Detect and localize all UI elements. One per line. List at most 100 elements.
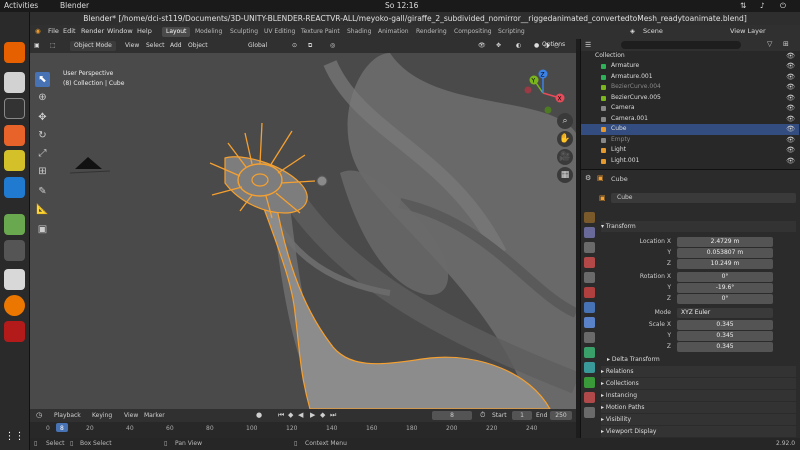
outliner-search-input[interactable] [621, 41, 741, 49]
volume-icon[interactable]: ♪ [760, 1, 765, 10]
archive-icon[interactable] [4, 269, 25, 290]
scale-z-field[interactable]: 0.345 [677, 342, 773, 352]
transform-tool-icon[interactable]: ⊞ [35, 164, 50, 179]
rotation-mode-select[interactable]: XYZ Euler [677, 308, 773, 318]
blender-logo-icon[interactable]: ◉ [35, 27, 41, 35]
video-icon[interactable] [4, 240, 25, 261]
play-icon[interactable]: ▶ [310, 411, 315, 419]
photos-icon[interactable] [4, 214, 25, 235]
eye-icon[interactable]: 👁 [786, 145, 795, 156]
gizmo-toggle-icon[interactable]: ✥ [496, 41, 501, 51]
activities-button[interactable]: Activities [4, 1, 38, 10]
annotate-tool-icon[interactable]: ✎ [35, 184, 50, 199]
play-reverse-icon[interactable]: ◀ [298, 411, 303, 419]
timeline-view-menu[interactable]: View [124, 412, 138, 419]
eye-icon[interactable]: 👁 [786, 82, 795, 93]
view-layer-tab-icon[interactable] [584, 257, 595, 268]
menu-select[interactable]: Select [146, 41, 165, 51]
add-cube-tool-icon[interactable]: ▣ [35, 222, 50, 237]
tab-animation[interactable]: Animation [374, 27, 413, 37]
power-icon[interactable]: ⏻ [780, 1, 786, 11]
playback-menu[interactable]: Playback [54, 412, 81, 419]
outliner-item[interactable]: Empty 👁 [581, 135, 799, 146]
menu-window[interactable]: Window [107, 27, 133, 35]
rotation-x-field[interactable]: 0° [677, 272, 773, 282]
mode-selector[interactable]: Object Mode [70, 41, 116, 51]
menu-view[interactable]: View [125, 41, 139, 51]
menu-help[interactable]: Help [137, 27, 152, 35]
outliner-item[interactable]: Cube 👁 [581, 124, 799, 135]
navigation-gizmo[interactable]: X Y Z [518, 68, 568, 118]
timeline-editor-icon[interactable]: ◷ [36, 411, 42, 419]
object-name-field[interactable]: Cube [611, 193, 796, 203]
rotate-tool-icon[interactable]: ↻ [35, 128, 50, 143]
eye-icon[interactable]: 👁 [786, 156, 795, 167]
filter-icon[interactable]: ▽ [767, 40, 772, 48]
orientation-selector[interactable]: Global [248, 41, 267, 51]
3d-viewport[interactable]: User Perspective (8) Collection | Cube [30, 53, 576, 409]
collection-row[interactable]: Collection 👁 [581, 51, 799, 62]
camera-view-icon[interactable]: 🎥 [557, 149, 573, 165]
outliner-item[interactable]: Armature.001 👁 [581, 72, 799, 83]
outliner-item[interactable]: Camera.001 👁 [581, 114, 799, 125]
view-layer-selector[interactable]: View Layer [730, 27, 766, 35]
prev-keyframe-icon[interactable]: ◆ [288, 411, 293, 419]
jump-end-icon[interactable]: ⏭ [330, 411, 336, 420]
instancing-panel[interactable]: ▸ Instancing [601, 390, 796, 401]
end-frame-field[interactable]: 250 [550, 411, 572, 420]
motion-paths-panel[interactable]: ▸ Motion Paths [601, 402, 796, 413]
firefox-icon[interactable] [4, 42, 25, 63]
tool-tab-icon[interactable] [584, 212, 595, 223]
tab-scripting[interactable]: Scripting [494, 27, 529, 37]
select-box-tool-icon[interactable]: ⬉ [35, 72, 50, 87]
render-tab-icon[interactable] [584, 227, 595, 238]
menu-render[interactable]: Render [81, 27, 104, 35]
tab-rendering[interactable]: Rendering [412, 27, 451, 37]
menu-add[interactable]: Add [170, 41, 182, 51]
tab-shading[interactable]: Shading [343, 27, 375, 37]
tab-layout[interactable]: Layout [162, 27, 191, 37]
app-menu-button[interactable]: Blender [60, 1, 89, 10]
transform-panel-header[interactable]: ▾ Transform [601, 221, 796, 232]
next-keyframe-icon[interactable]: ◆ [320, 411, 325, 419]
tab-modeling[interactable]: Modeling [191, 27, 226, 37]
outliner-item[interactable]: Armature 👁 [581, 61, 799, 72]
menu-edit[interactable]: Edit [63, 27, 76, 35]
outliner-item[interactable]: Camera 👁 [581, 103, 799, 114]
visibility-panel[interactable]: ▸ Visibility [601, 414, 796, 425]
object-tab-icon[interactable] [584, 302, 595, 313]
eye-icon[interactable]: 👁 [786, 124, 795, 135]
cursor-tool-icon[interactable]: ⊕ [35, 90, 50, 105]
terminal-icon[interactable] [4, 98, 25, 119]
current-frame-field[interactable]: 8 [432, 411, 472, 420]
scene-selector[interactable]: Scene [643, 27, 663, 35]
timeline-ruler[interactable]: 0 20 40 60 80 100 120 140 160 180 200 220 240 8 [30, 422, 576, 438]
particles-tab-icon[interactable] [584, 332, 595, 343]
visibility-icon[interactable]: 👁 [478, 41, 486, 51]
outliner-item[interactable]: Light.001 👁 [581, 156, 799, 167]
texture-tab-icon[interactable] [584, 407, 595, 418]
eye-icon[interactable]: 👁 [786, 103, 795, 114]
viewport-display-panel[interactable]: ▸ Viewport Display [601, 426, 796, 437]
files-icon[interactable] [4, 72, 25, 93]
tab-sculpting[interactable]: Sculpting [226, 27, 262, 37]
proportional-edit-icon[interactable]: ◎ [330, 41, 335, 51]
data-tab-icon[interactable] [584, 377, 595, 388]
constraints-tab-icon[interactable] [584, 362, 595, 373]
location-x-field[interactable]: 2.4729 m [677, 237, 773, 247]
collections-panel[interactable]: ▸ Collections [601, 378, 796, 389]
measure-tool-icon[interactable]: 📐 [35, 202, 50, 217]
rotation-z-field[interactable]: 0° [677, 294, 773, 304]
modifiers-tab-icon[interactable] [584, 317, 595, 328]
tab-uv-editing[interactable]: UV Editing [260, 27, 299, 37]
app-grid-icon[interactable]: ⋮⋮ [4, 426, 25, 447]
clock[interactable]: So 12:16 [385, 1, 418, 10]
eye-icon[interactable]: 👁 [786, 61, 795, 72]
network-icon[interactable]: ⇅ [740, 1, 746, 10]
menu-object[interactable]: Object [188, 41, 208, 51]
record-icon[interactable]: ● [256, 411, 262, 419]
output-tab-icon[interactable] [584, 242, 595, 253]
eye-icon[interactable]: 👁 [786, 135, 795, 146]
notes-icon[interactable] [4, 150, 25, 171]
snap-icon[interactable]: ⧉ [308, 41, 312, 51]
